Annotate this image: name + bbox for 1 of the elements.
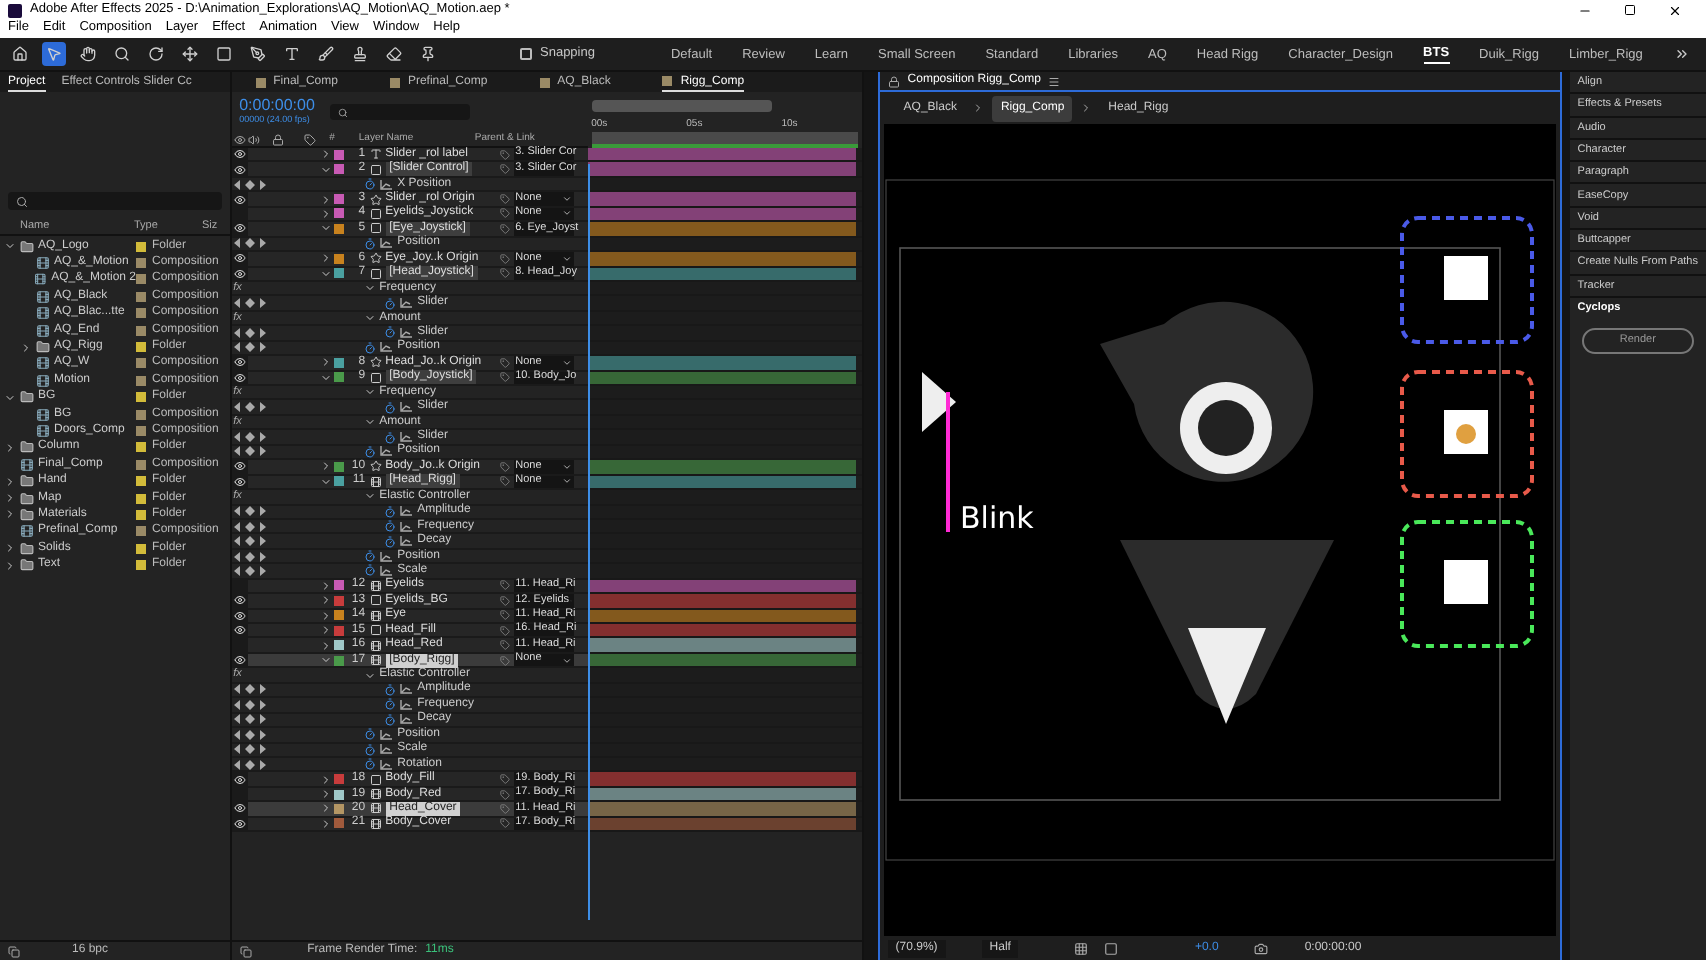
current-timecode[interactable]: 0:00:00:00	[239, 97, 315, 114]
